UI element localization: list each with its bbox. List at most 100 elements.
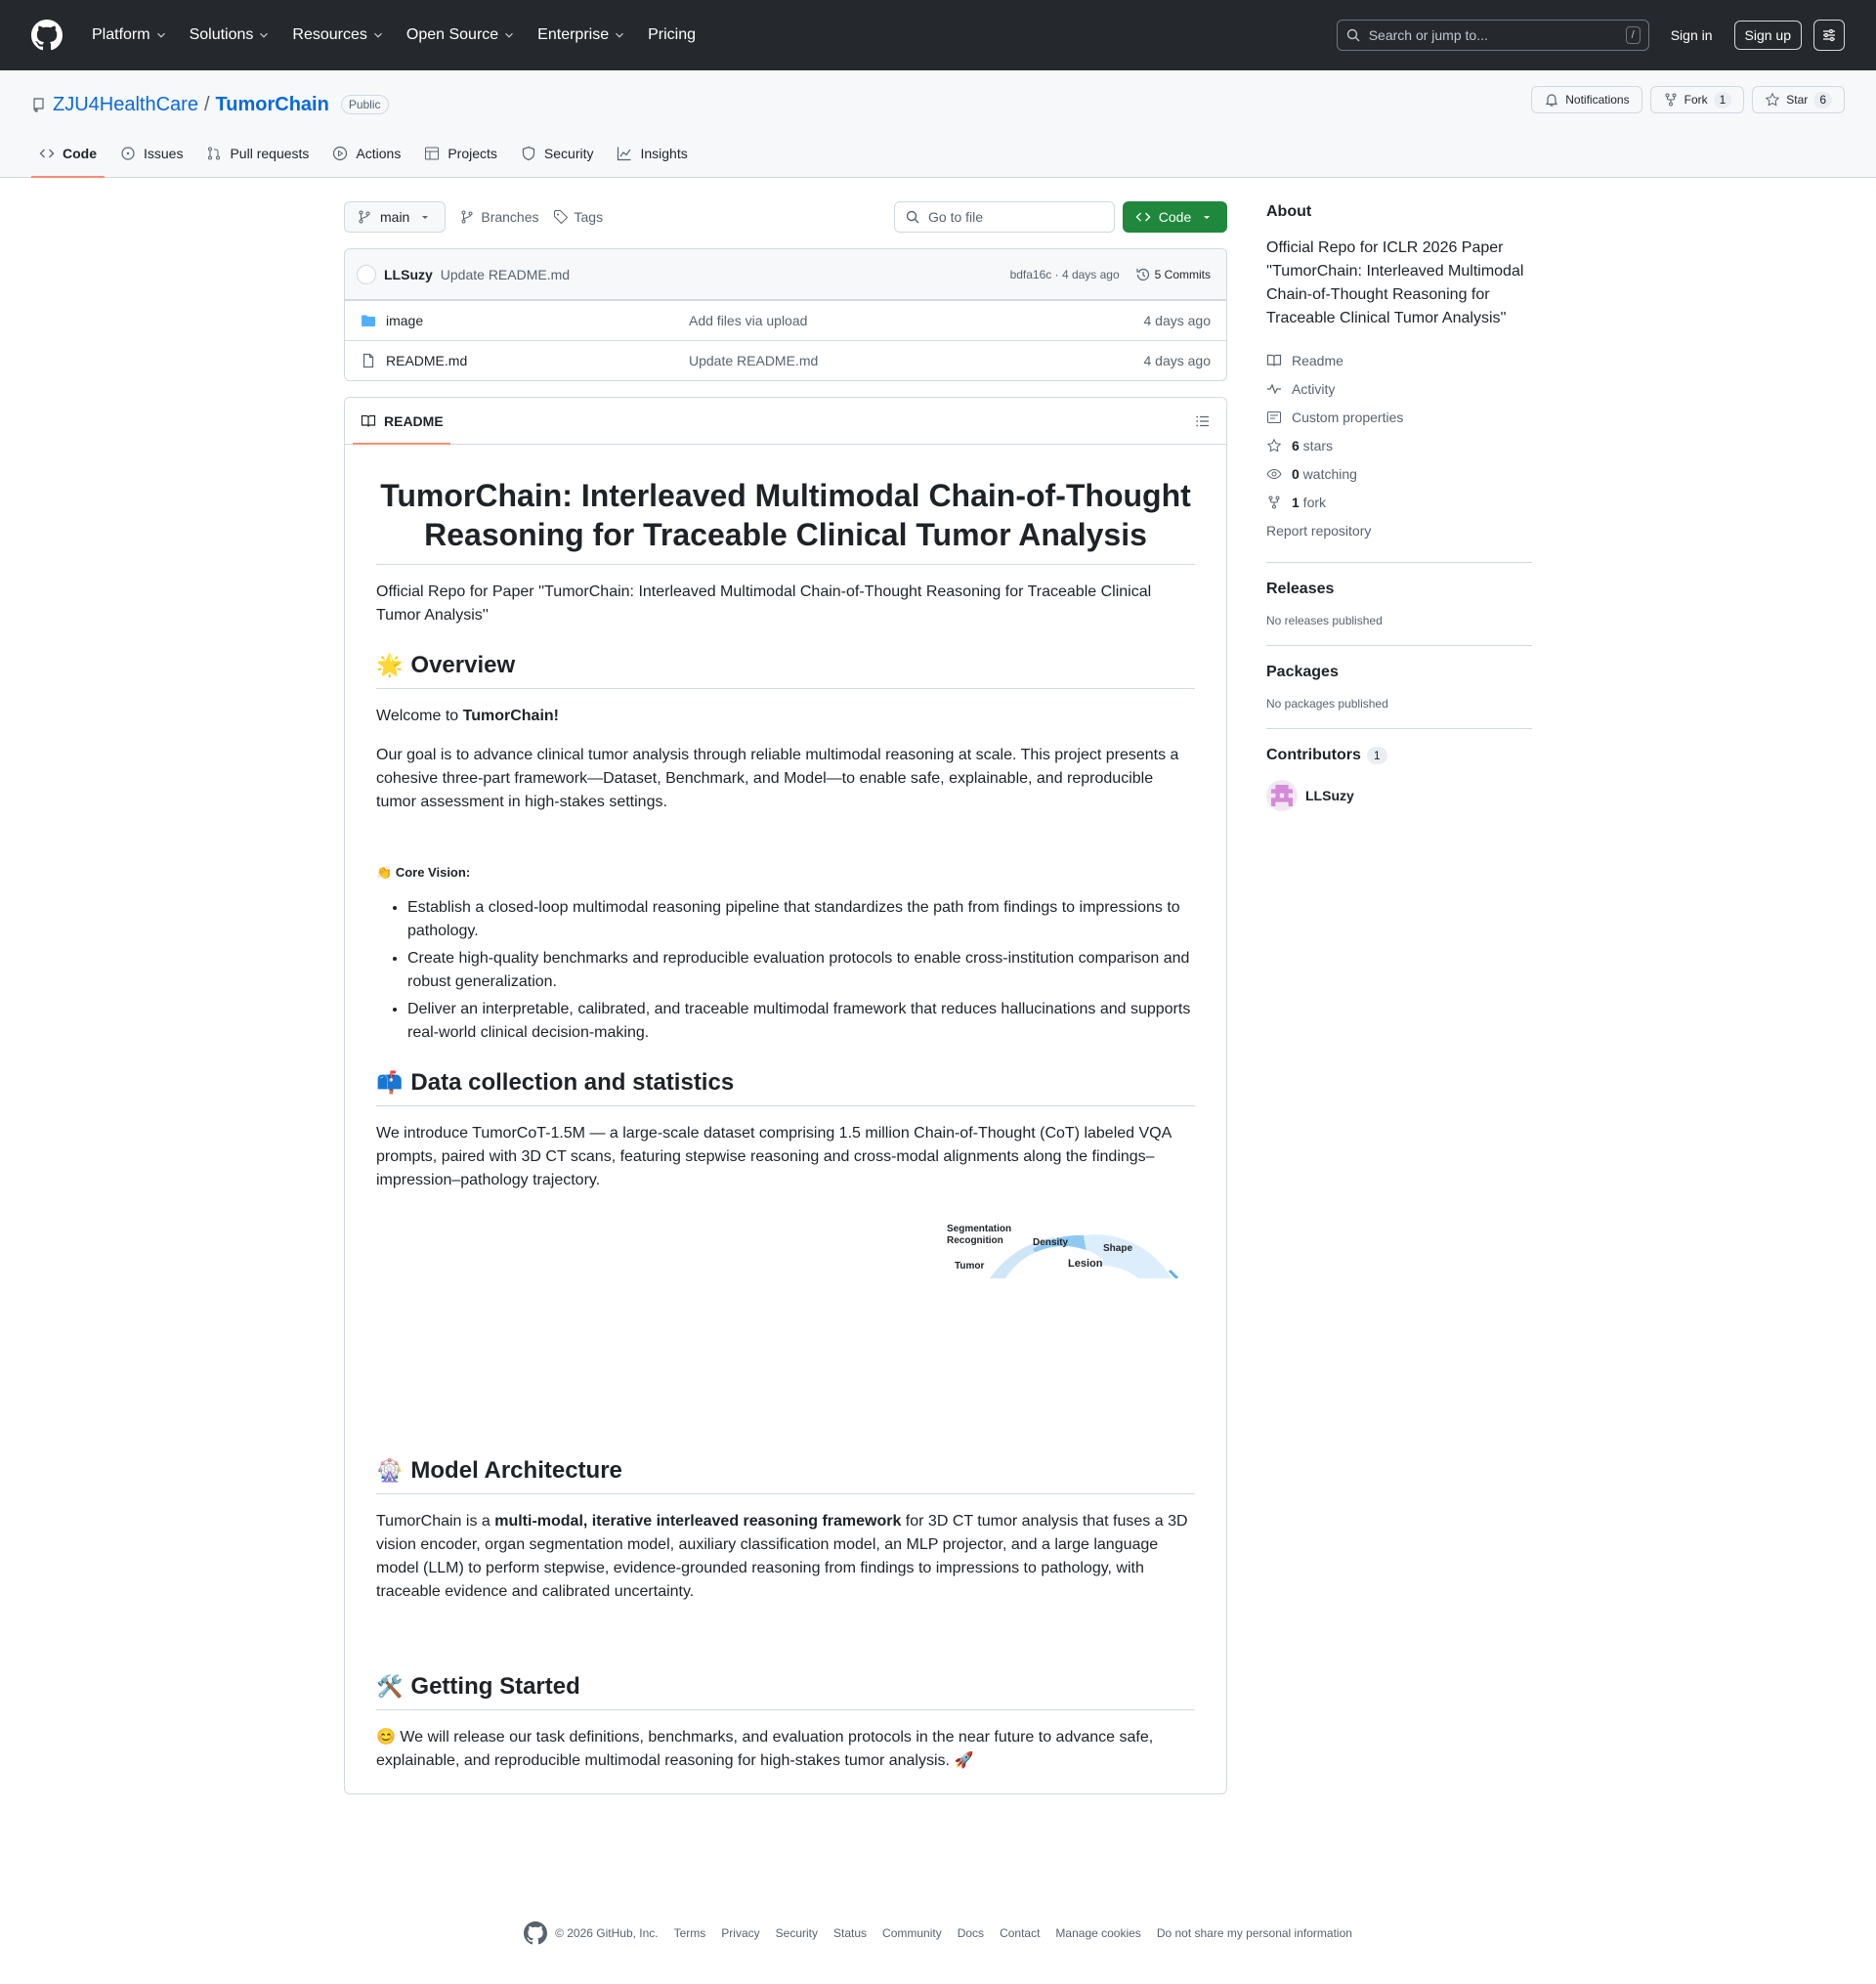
releases-heading[interactable]: Releases	[1266, 581, 1532, 598]
stars-link[interactable]: 6 stars	[1266, 431, 1532, 459]
file-toolbar: main Branches Tags Go to file Code	[344, 201, 1227, 233]
model-prefix: TumorChain is a	[376, 1513, 495, 1530]
avatar[interactable]	[357, 264, 376, 284]
visibility-badge: Public	[340, 95, 389, 114]
tags-link[interactable]: Tags	[553, 209, 604, 225]
chevron-down-icon	[616, 32, 624, 38]
footer-link-terms[interactable]: Terms	[674, 1926, 706, 1940]
divider	[1266, 562, 1532, 563]
watching-link[interactable]: 0 watching	[1266, 459, 1532, 488]
figure-label: Lesion	[1068, 1258, 1103, 1270]
list-icon[interactable]	[1195, 413, 1211, 429]
contributors-heading[interactable]: Contributors 1	[1266, 747, 1532, 764]
repo-action-buttons: Notifications Fork 1 Star 6	[1531, 86, 1845, 113]
tab-label: Insights	[640, 146, 688, 161]
code-dropdown-button[interactable]: Code	[1123, 201, 1227, 233]
commits-count: 5 Commits	[1154, 267, 1211, 281]
github-logo-icon[interactable]	[31, 20, 63, 51]
tab-insights[interactable]: Insights	[609, 130, 695, 177]
branch-selector[interactable]: main	[344, 201, 447, 233]
sliders-icon	[1823, 29, 1835, 41]
report-repository-link[interactable]: Report repository	[1266, 516, 1532, 544]
chevron-down-icon	[373, 32, 382, 38]
readme-link[interactable]: Readme	[1266, 346, 1532, 374]
fork-button[interactable]: Fork 1	[1649, 86, 1745, 113]
nav-open-source[interactable]: Open Source	[399, 21, 524, 50]
sign-in-link[interactable]: Sign in	[1661, 22, 1723, 49]
table-row[interactable]: image Add files via upload 4 days ago	[345, 300, 1226, 340]
fork-icon	[1665, 93, 1677, 107]
file-commit-message[interactable]: Update README.md	[689, 353, 818, 368]
commits-link[interactable]: 5 Commits	[1135, 267, 1211, 282]
graph-icon	[618, 147, 631, 161]
file-name[interactable]: image	[386, 313, 423, 328]
star-emoji-icon: 🌟	[376, 653, 404, 677]
data-heading: 📫 Data collection and statistics	[376, 1068, 1195, 1106]
tab-actions[interactable]: Actions	[324, 130, 408, 177]
tags-label: Tags	[574, 209, 604, 225]
nav-resources[interactable]: Resources	[284, 21, 392, 50]
footer-link-docs[interactable]: Docs	[958, 1926, 984, 1940]
latest-commit: LLSuzy Update README.md bdfa16c · 4 days…	[345, 249, 1226, 300]
packages-heading[interactable]: Packages	[1266, 664, 1532, 681]
activity-link[interactable]: Activity	[1266, 374, 1532, 403]
model-text: TumorChain is a multi-modal, iterative i…	[376, 1510, 1195, 1604]
list-item: Deliver an interpretable, calibrated, an…	[407, 998, 1195, 1045]
tab-projects[interactable]: Projects	[416, 130, 505, 177]
nav-enterprise[interactable]: Enterprise	[530, 21, 634, 50]
tab-label: Projects	[448, 146, 497, 161]
table-row[interactable]: README.md Update README.md 4 days ago	[345, 340, 1226, 380]
footer-link-contact[interactable]: Contact	[1000, 1926, 1040, 1940]
search-input[interactable]: Search or jump to... /	[1336, 20, 1649, 51]
nav-pricing[interactable]: Pricing	[640, 21, 704, 50]
tab-code[interactable]: Code	[31, 130, 105, 178]
tab-pull-requests[interactable]: Pull requests	[198, 130, 317, 177]
footer-link-manage-cookies[interactable]: Manage cookies	[1055, 1926, 1140, 1940]
stars-count: 6	[1292, 437, 1300, 453]
footer-link-community[interactable]: Community	[882, 1926, 942, 1940]
tab-security[interactable]: Security	[513, 130, 602, 177]
repo-tabs: Code Issues Pull requests Actions Projec…	[31, 130, 704, 178]
main-content: main Branches Tags Go to file Code LLSuz…	[344, 201, 1227, 1794]
sign-up-button[interactable]: Sign up	[1733, 21, 1802, 50]
custom-properties-link[interactable]: Custom properties	[1266, 403, 1532, 431]
commit-author[interactable]: LLSuzy	[384, 267, 433, 282]
readme-header: README	[345, 398, 1226, 445]
welcome-prefix: Welcome to	[376, 708, 463, 724]
file-name[interactable]: README.md	[386, 353, 467, 368]
go-to-file-input[interactable]: Go to file	[894, 201, 1115, 233]
branch-icon	[461, 210, 473, 224]
github-logo-icon[interactable]	[524, 1921, 548, 1945]
go-to-file-placeholder: Go to file	[928, 209, 984, 225]
nav-platform[interactable]: Platform	[84, 21, 176, 50]
file-date: 4 days ago	[1143, 353, 1212, 368]
notifications-label: Notifications	[1565, 93, 1630, 107]
file-commit-message[interactable]: Add files via upload	[689, 313, 807, 328]
readme-tab[interactable]: README	[361, 413, 444, 429]
footer-link-security[interactable]: Security	[776, 1926, 818, 1940]
repo-name-link[interactable]: TumorChain	[216, 94, 329, 116]
list-item: Create high-quality benchmarks and repro…	[407, 947, 1195, 994]
contributors-label: Contributors	[1266, 747, 1361, 763]
table-icon	[425, 147, 440, 160]
readme-tab-label: README	[384, 412, 444, 429]
branches-link[interactable]: Branches	[459, 209, 539, 225]
nav-solutions[interactable]: Solutions	[182, 21, 279, 50]
commit-message[interactable]: Update README.md	[441, 267, 570, 282]
tab-label: Actions	[356, 146, 402, 161]
history-icon	[1136, 268, 1149, 280]
footer-link-do-not-share[interactable]: Do not share my personal information	[1157, 1926, 1352, 1940]
note-icon	[1267, 410, 1281, 423]
footer: © 2026 GitHub, Inc. Terms Privacy Securi…	[0, 1921, 1876, 1945]
footer-link-status[interactable]: Status	[833, 1926, 867, 1940]
header-right: Search or jump to... / Sign in Sign up	[1336, 20, 1845, 51]
star-button[interactable]: Star 6	[1752, 86, 1845, 113]
tab-issues[interactable]: Issues	[112, 130, 191, 177]
forks-link[interactable]: 1 fork	[1266, 488, 1532, 516]
commit-meta[interactable]: bdfa16c · 4 days ago	[1010, 268, 1120, 281]
repo-owner-link[interactable]: ZJU4HealthCare	[53, 94, 198, 116]
footer-link-privacy[interactable]: Privacy	[721, 1926, 759, 1940]
contributor-item[interactable]: LLSuzy	[1266, 780, 1532, 811]
notifications-button[interactable]: Notifications	[1531, 86, 1642, 113]
settings-menu-button[interactable]	[1813, 20, 1845, 51]
